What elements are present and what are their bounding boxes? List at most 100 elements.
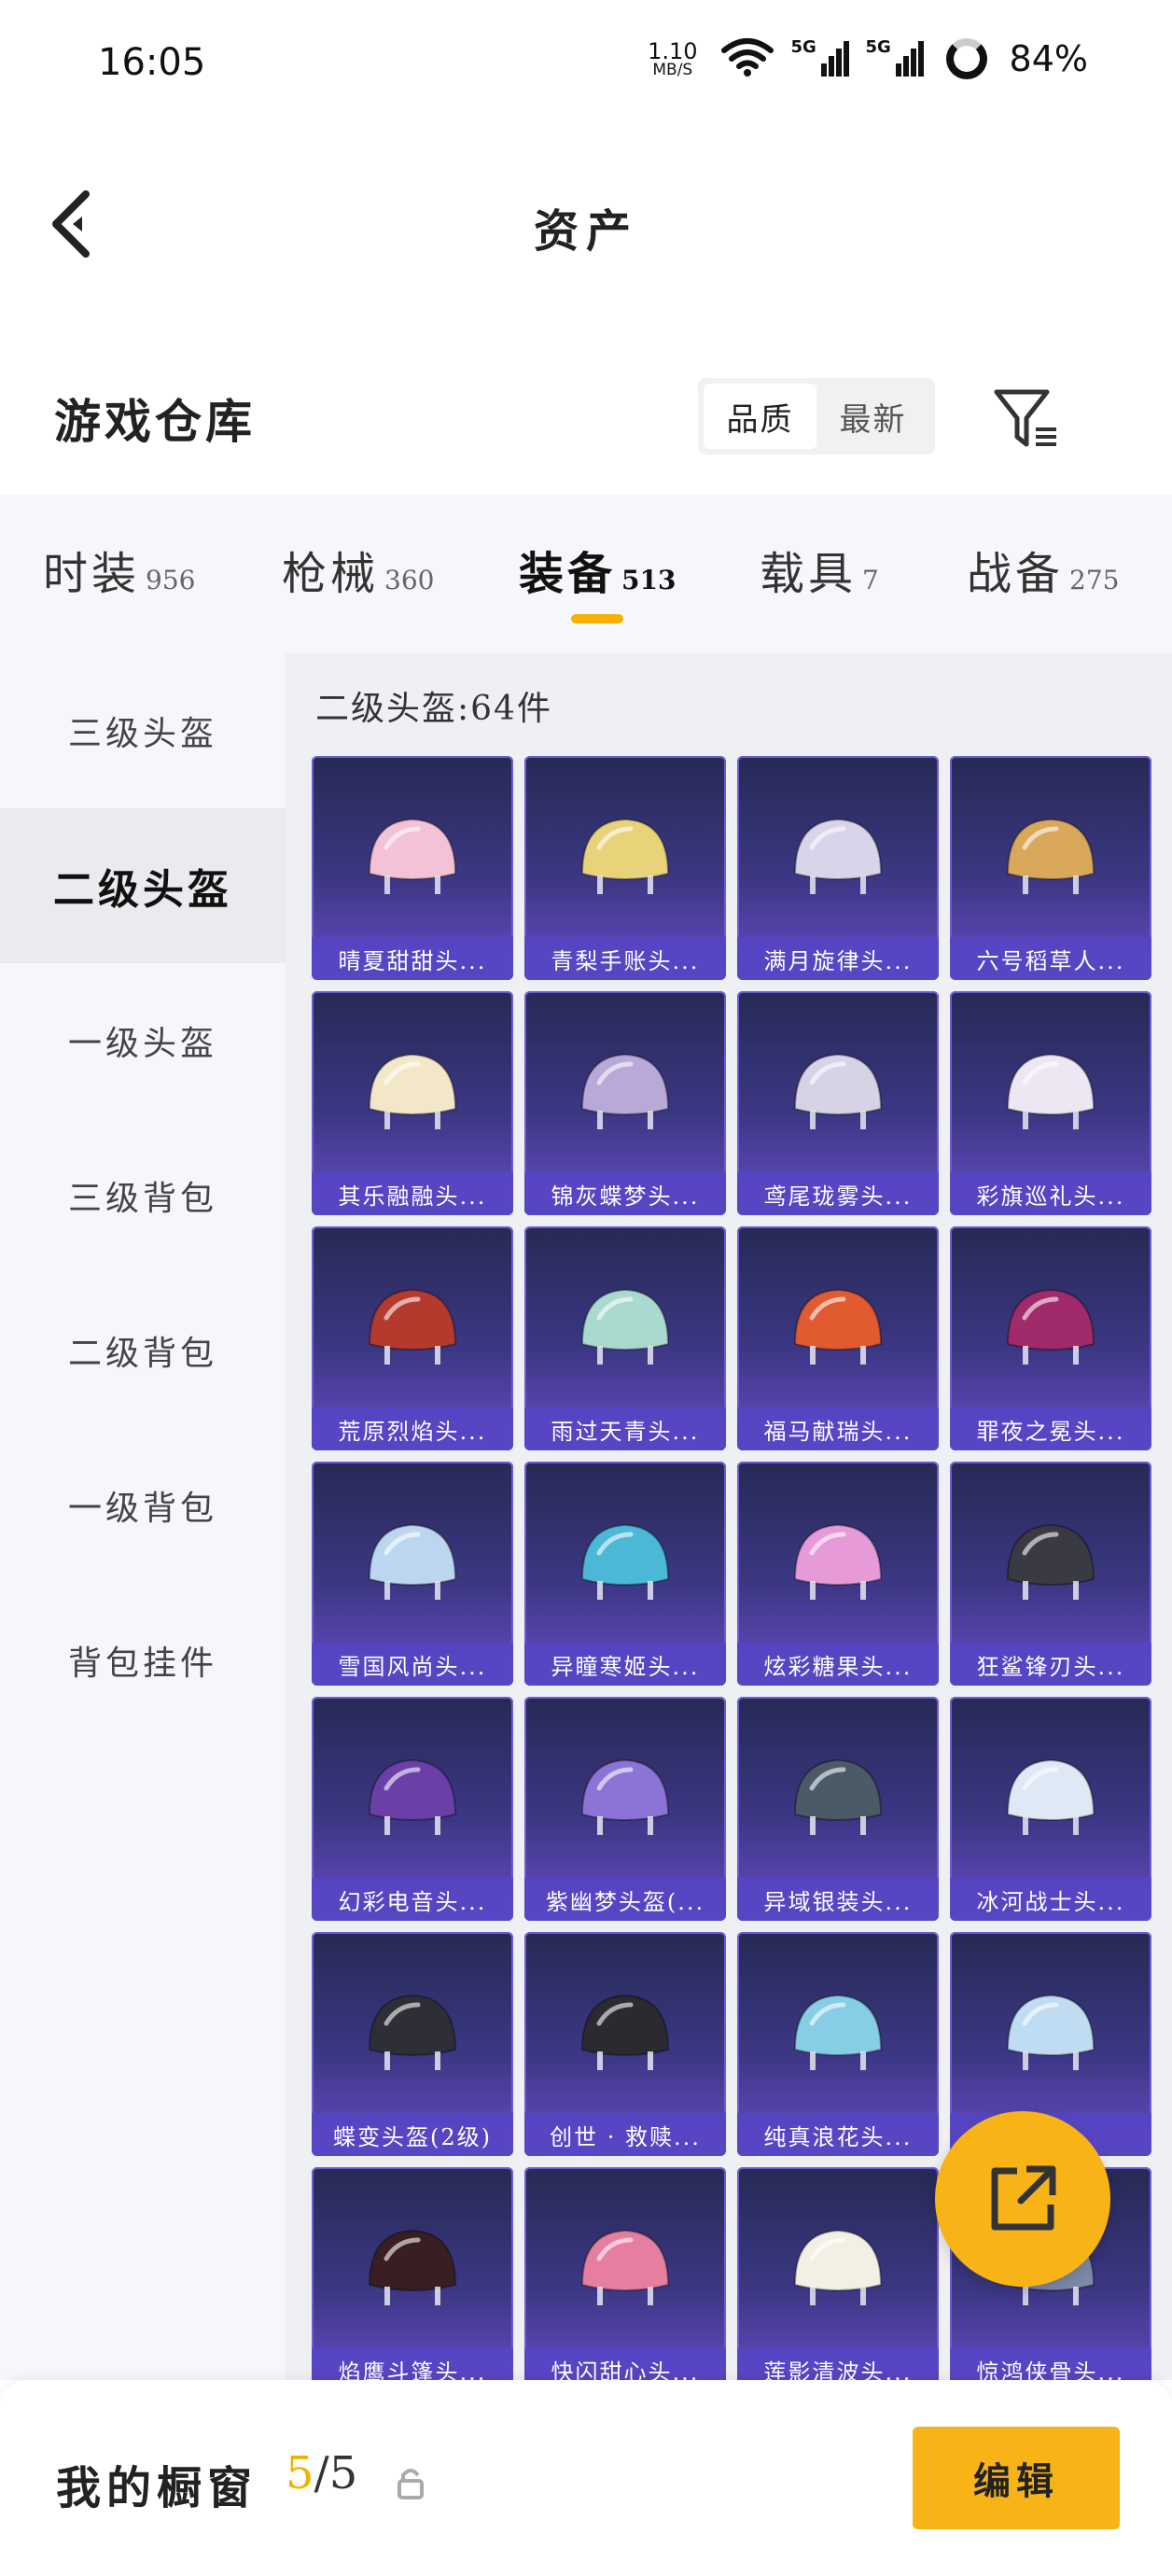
item-card[interactable]: 晴夏甜甜头... <box>312 756 513 980</box>
sidebar-item-level1-backpack[interactable]: 一级背包 <box>0 1428 286 1583</box>
item-card[interactable]: 六号稻草人... <box>950 756 1151 980</box>
helmet-icon <box>1006 1053 1095 1129</box>
item-name: 狂鲨锋刃头... <box>950 1643 1151 1686</box>
item-name: 鸢尾珑雾头... <box>737 1172 939 1215</box>
edit-button[interactable]: 编辑 <box>913 2427 1120 2529</box>
helmet-icon <box>580 818 670 894</box>
sidebar-item-level2-backpack[interactable]: 二级背包 <box>0 1273 286 1428</box>
sidebar-item-level2-helmet[interactable]: 二级头盔 <box>0 808 286 963</box>
sort-toggle: 品质 最新 <box>698 378 935 455</box>
item-card[interactable]: 快闪甜心头... <box>524 2167 726 2380</box>
lock-icon <box>398 2469 424 2499</box>
warehouse-header: 游戏仓库 品质 最新 <box>0 355 1172 485</box>
item-card[interactable]: 紫幽梦头盔(... <box>524 1697 726 1921</box>
filter-button[interactable] <box>989 381 1064 455</box>
share-button[interactable] <box>935 2111 1110 2287</box>
filter-icon <box>994 389 1056 447</box>
helmet-icon <box>1006 1523 1095 1600</box>
sidebar-item-level1-helmet[interactable]: 一级头盔 <box>0 963 286 1118</box>
helmet-icon <box>580 1053 670 1129</box>
warehouse-title: 游戏仓库 <box>54 394 256 449</box>
tab-vehicles[interactable]: 载具 7 <box>760 537 879 602</box>
helmet-icon <box>368 1288 457 1365</box>
item-card[interactable]: 焰鹰斗篷头... <box>312 2167 513 2380</box>
helmet-icon <box>793 1994 883 2070</box>
item-name: 雪国风尚头... <box>312 1643 513 1686</box>
active-tab-indicator <box>571 614 623 623</box>
net-speed-value: 1.10 <box>648 37 698 64</box>
item-card[interactable]: 雨过天青头... <box>524 1226 726 1450</box>
helmet-icon <box>368 1523 457 1600</box>
showcase-separator: / <box>314 2447 329 2499</box>
helmet-icon <box>368 1758 457 1835</box>
tab-label: 时装 <box>43 548 141 600</box>
item-card[interactable]: 雪国风尚头... <box>312 1462 513 1686</box>
item-card[interactable]: 青梨手账头... <box>524 756 726 980</box>
tab-label: 装备 <box>519 548 617 600</box>
item-card[interactable]: 创世 · 救赎... <box>524 1932 726 2156</box>
item-card[interactable]: 罪夜之冕头... <box>950 1226 1151 1450</box>
helmet-icon <box>793 1523 883 1600</box>
item-card[interactable]: 莲影清波头... <box>737 2167 939 2380</box>
helmet-icon <box>793 1758 883 1835</box>
item-card[interactable]: 鸢尾珑雾头... <box>737 991 939 1215</box>
item-name: 满月旋律头... <box>737 937 939 980</box>
helmet-icon <box>368 2229 457 2305</box>
sidebar: 三级头盔 二级头盔 一级头盔 三级背包 二级背包 一级背包 背包挂件 <box>0 653 286 2380</box>
battery-icon <box>945 38 987 79</box>
item-card[interactable]: 狂鲨锋刃头... <box>950 1462 1151 1686</box>
item-name: 紫幽梦头盔(... <box>524 1878 726 1921</box>
item-name: 罪夜之冕头... <box>950 1407 1151 1450</box>
signal-2-label: 5G <box>865 37 891 57</box>
tab-label: 枪械 <box>282 548 380 600</box>
item-card[interactable]: 炫彩糖果头... <box>737 1462 939 1686</box>
item-card[interactable]: 蝶变头盔(2级) <box>312 1932 513 2156</box>
item-card[interactable]: 异瞳寒姬头... <box>524 1462 726 1686</box>
item-card[interactable]: 福马献瑞头... <box>737 1226 939 1450</box>
sort-quality-button[interactable]: 品质 <box>704 384 816 449</box>
item-card[interactable]: 锦灰蝶梦头... <box>524 991 726 1215</box>
tab-count: 956 <box>146 565 196 595</box>
helmet-icon <box>793 2229 883 2305</box>
item-card[interactable]: 纯真浪花头... <box>737 1932 939 2156</box>
item-name: 青梨手账头... <box>524 937 726 980</box>
net-speed: 1.10 MB/S <box>648 40 697 78</box>
tab-equipment[interactable]: 装备 513 <box>519 537 676 602</box>
tab-firearms[interactable]: 枪械 360 <box>282 537 434 602</box>
helmet-icon <box>1006 818 1095 894</box>
category-tabs: 时装 956 枪械 360 装备 513 载具 7 战备 275 <box>0 495 1172 653</box>
item-card[interactable]: 异域银装头... <box>737 1697 939 1921</box>
item-card[interactable]: 荒原烈焰头... <box>312 1226 513 1450</box>
helmet-icon <box>580 1994 670 2070</box>
helmet-icon <box>1006 1758 1095 1835</box>
showcase-label: 我的橱窗 <box>56 2462 258 2514</box>
item-card[interactable]: 冰河战士头... <box>950 1697 1151 1921</box>
item-name: 焰鹰斗篷头... <box>312 2348 513 2380</box>
helmet-icon <box>368 1053 457 1129</box>
item-name: 荒原烈焰头... <box>312 1407 513 1450</box>
sort-newest-button[interactable]: 最新 <box>816 384 929 449</box>
tab-battle-gear[interactable]: 战备 275 <box>967 537 1119 602</box>
helmet-icon <box>793 1053 883 1129</box>
signal-2-icon: 5G <box>866 37 924 77</box>
item-card[interactable]: 满月旋律头... <box>737 756 939 980</box>
item-name: 蝶变头盔(2级) <box>312 2113 513 2156</box>
item-card[interactable]: 彩旗巡礼头... <box>950 991 1151 1215</box>
item-card[interactable]: 幻彩电音头... <box>312 1697 513 1921</box>
showcase-total: 5 <box>328 2447 358 2499</box>
helmet-icon <box>580 1523 670 1600</box>
net-speed-unit: MB/S <box>652 60 693 79</box>
item-name: 快闪甜心头... <box>524 2348 726 2380</box>
item-name: 异域银装头... <box>737 1878 939 1921</box>
sidebar-item-backpack-charm[interactable]: 背包挂件 <box>0 1583 286 1738</box>
helmet-icon <box>580 1288 670 1365</box>
item-name: 雨过天青头... <box>524 1407 726 1450</box>
sidebar-item-level3-helmet[interactable]: 三级头盔 <box>0 653 286 808</box>
item-name: 彩旗巡礼头... <box>950 1172 1151 1215</box>
wifi-icon <box>720 37 774 80</box>
item-card[interactable]: 其乐融融头... <box>312 991 513 1215</box>
sidebar-item-level3-backpack[interactable]: 三级背包 <box>0 1118 286 1273</box>
tab-fashion[interactable]: 时装 956 <box>43 537 195 602</box>
asset-page: 16:05 1.10 MB/S 5G 5G 84% 资产 游戏仓库 品质 最新 … <box>0 0 1172 2576</box>
item-name: 异瞳寒姬头... <box>524 1643 726 1686</box>
